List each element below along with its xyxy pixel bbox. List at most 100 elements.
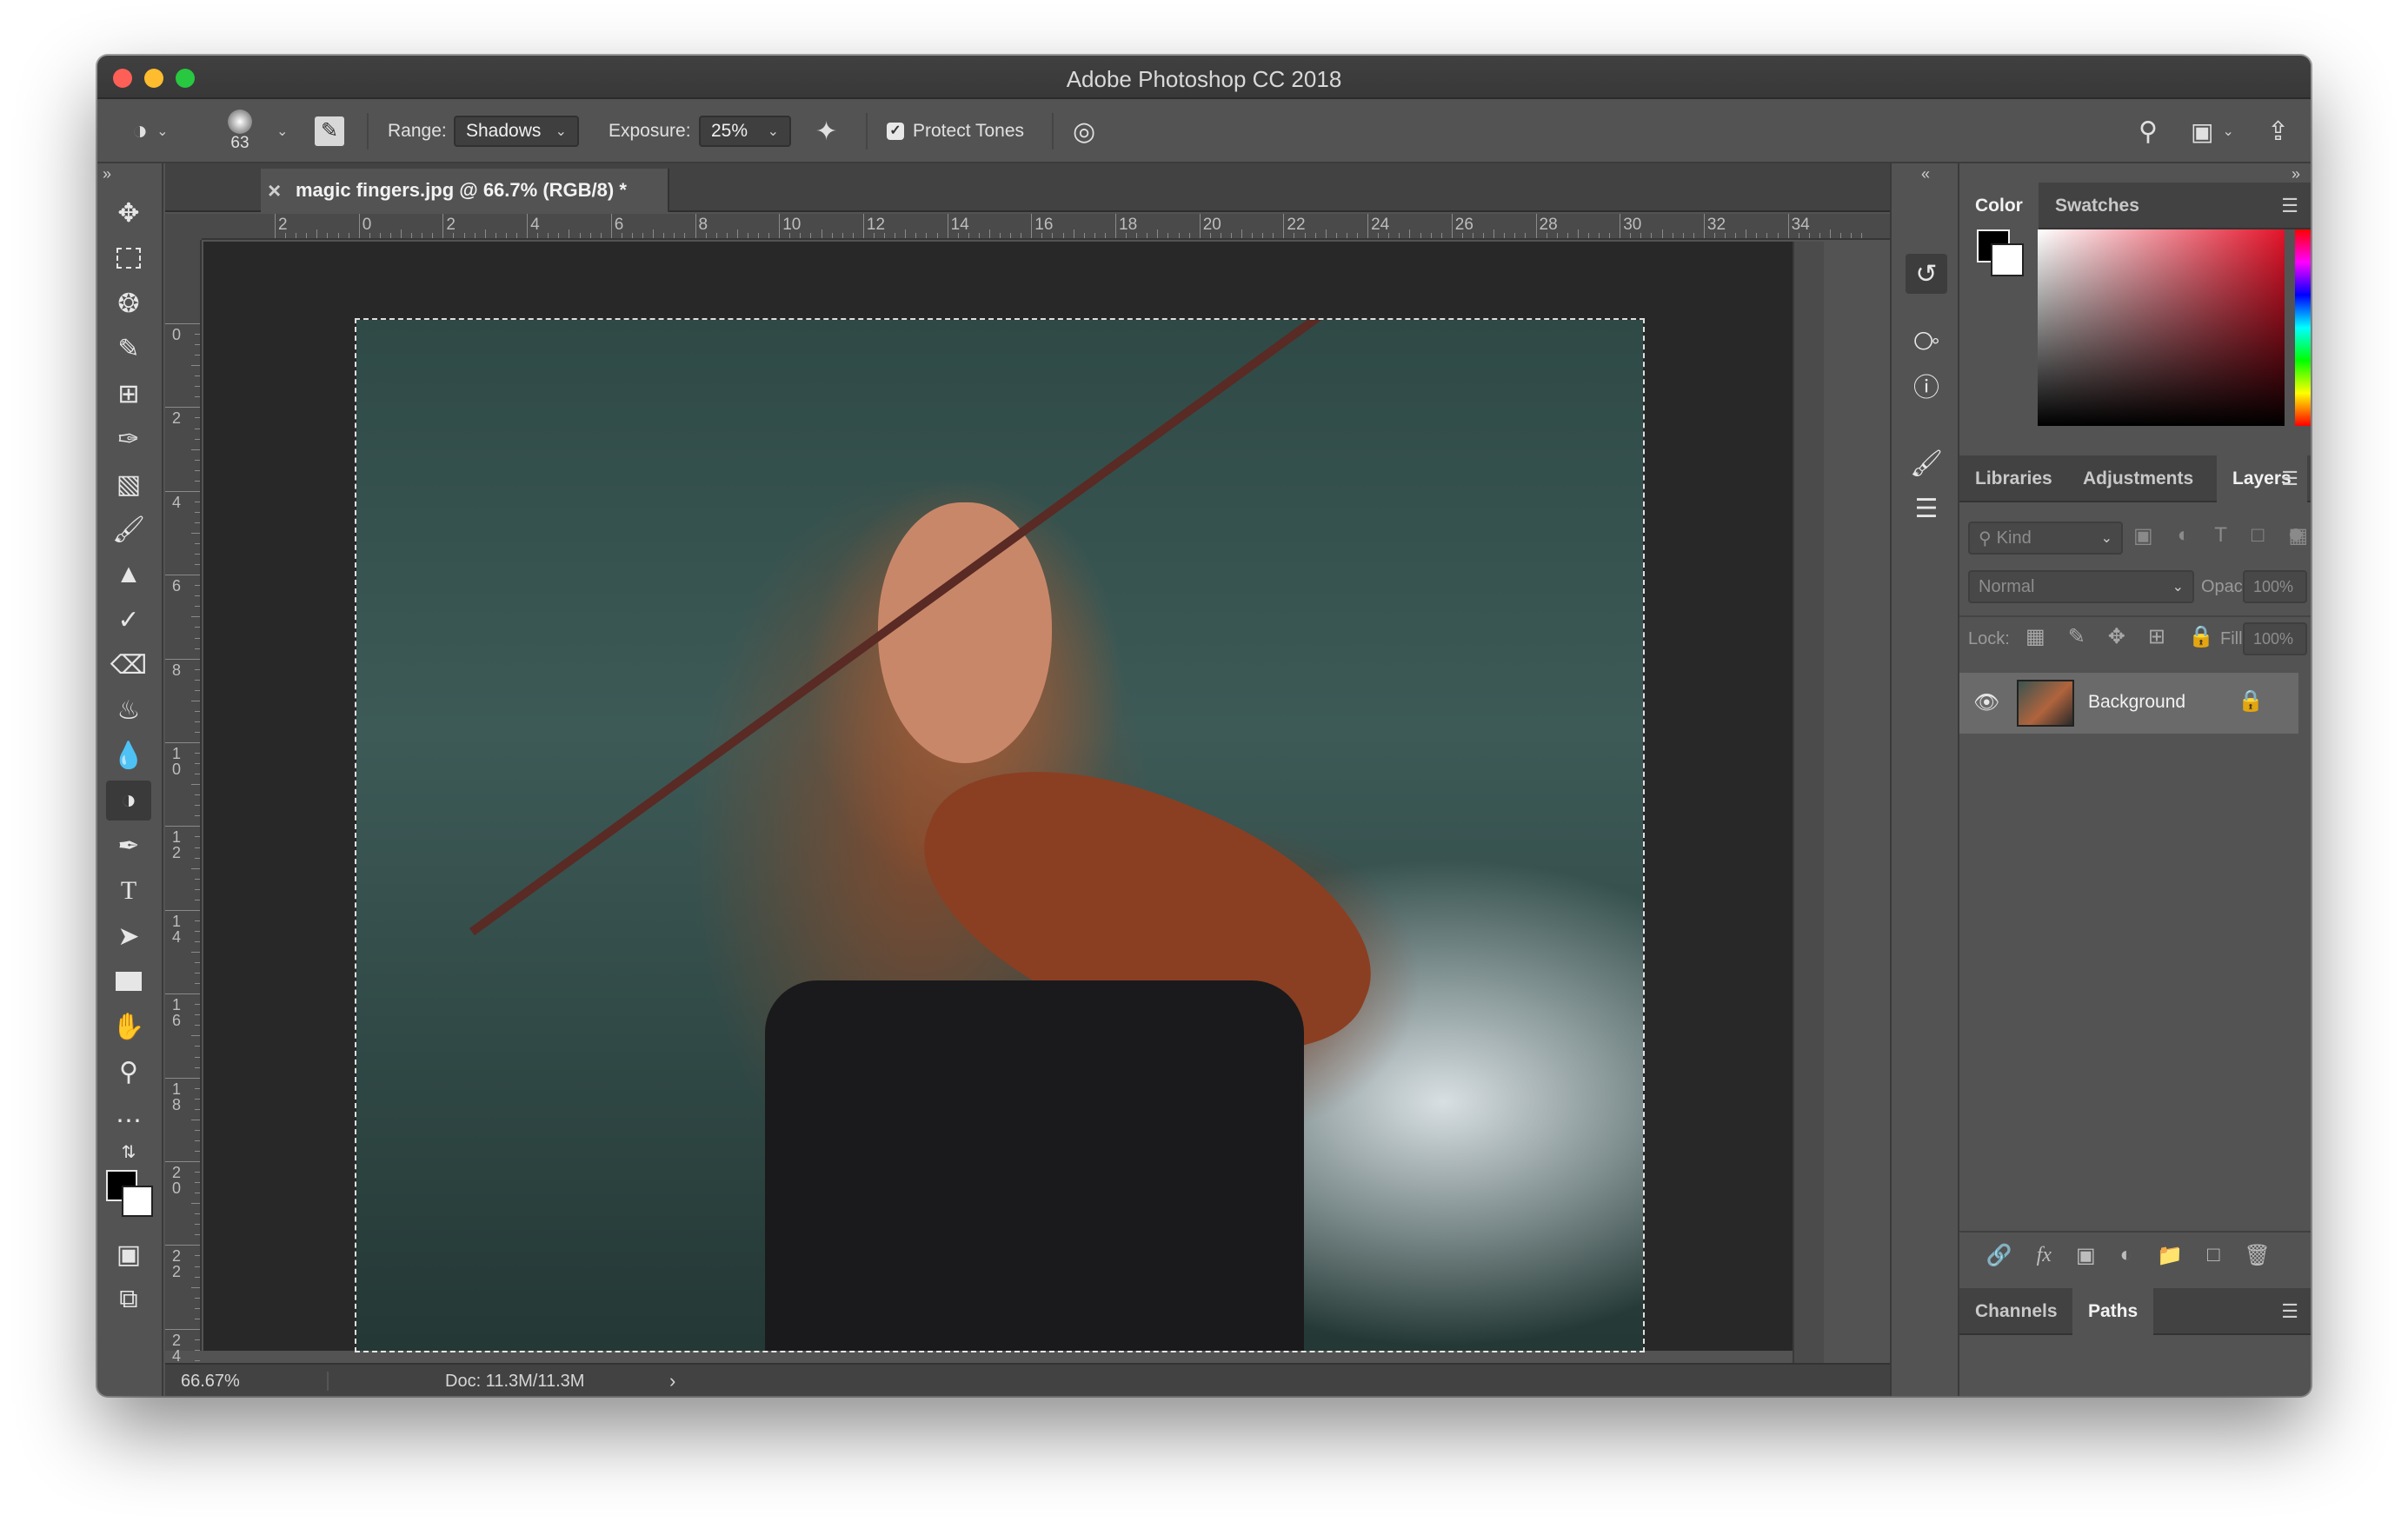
move-tool[interactable]: ✥	[106, 193, 151, 233]
type-filter-icon[interactable]: T	[2214, 523, 2227, 548]
lock-all-icon[interactable]: 🔒	[2188, 624, 2214, 649]
lock-artboard-icon[interactable]: ⊞	[2148, 624, 2165, 649]
type-tool[interactable]: T	[106, 871, 151, 911]
opacity-input[interactable]: 100%	[2243, 570, 2307, 603]
document-tab[interactable]: × magic fingers.jpg @ 66.7% (RGB/8) *	[261, 169, 669, 212]
hand-tool[interactable]: ✋	[106, 1007, 151, 1047]
ruler-tick	[165, 1077, 200, 1079]
path-selection-tool[interactable]: ➤	[106, 916, 151, 956]
search-button[interactable]: ⚲	[2139, 99, 2158, 163]
edit-toolbar-button[interactable]: ⋯	[106, 1100, 151, 1140]
arrow-icon: ➤	[117, 921, 140, 951]
lock-image-icon[interactable]: ✎	[2068, 624, 2085, 649]
filter-toggle-icon[interactable]	[2290, 528, 2302, 541]
brush-picker-chevron[interactable]: ⌄	[268, 99, 288, 163]
crop-tool[interactable]: ⊞	[106, 374, 151, 414]
blur-tool[interactable]: 💧	[106, 735, 151, 775]
panel-menu-icon[interactable]: ☰	[2281, 1300, 2298, 1323]
lasso-tool[interactable]: ❂	[106, 283, 151, 323]
status-chevron-icon[interactable]: ›	[669, 1370, 675, 1392]
pen-tool[interactable]: ✒	[106, 826, 151, 866]
vertical-scrollbar[interactable]	[1793, 242, 1824, 1363]
delete-layer-icon[interactable]: 🗑	[2245, 1243, 2271, 1268]
lock-position-icon[interactable]: ✥	[2108, 624, 2125, 649]
ruler-tick	[1209, 233, 1211, 238]
color-field[interactable]	[2038, 229, 2285, 426]
quick-selection-tool[interactable]: ✎	[106, 329, 151, 369]
collapse-panels-icon[interactable]: »	[2292, 165, 2300, 183]
history-panel-button[interactable]: ↺	[1906, 254, 1947, 294]
pressure-size-button[interactable]: ◎	[1073, 99, 1095, 163]
eye-icon[interactable]: 👁	[1973, 690, 1999, 715]
info-panel-button[interactable]: ⓘ	[1906, 365, 1947, 405]
new-layer-icon[interactable]: □	[2207, 1243, 2220, 1267]
color-background-swatch[interactable]	[1991, 243, 2024, 276]
collapse-icons-icon[interactable]: «	[1921, 165, 1930, 183]
brush-settings-button[interactable]: ✎	[315, 99, 344, 163]
quick-mask-button[interactable]: ▣	[106, 1234, 151, 1274]
brushes-panel-button[interactable]: 🖌	[1906, 443, 1947, 483]
marquee-tool[interactable]	[106, 238, 151, 278]
exposure-input[interactable]: 25% ⌄	[699, 99, 791, 163]
adjustment-filter-icon[interactable]: ◐	[2178, 523, 2191, 548]
zoom-level[interactable]: 66.67%	[181, 1372, 240, 1392]
share-button[interactable]: ⇪	[2267, 99, 2289, 163]
document-image[interactable]	[355, 318, 1645, 1352]
new-group-icon[interactable]: 📁	[2157, 1243, 2183, 1268]
tab-swatches[interactable]: Swatches	[2039, 183, 2155, 229]
zoom-tool[interactable]: ⚲	[106, 1052, 151, 1092]
lock-transparent-icon[interactable]: ▦	[2026, 624, 2045, 649]
link-layers-icon[interactable]: 🔗	[1986, 1243, 2012, 1268]
chevron-down-icon: ⌄	[2100, 531, 2112, 546]
tab-paths[interactable]: Paths	[2072, 1288, 2154, 1335]
tab-channels[interactable]: Channels	[1959, 1288, 2073, 1335]
vertical-ruler[interactable]: 0 2 4 6 8 10 12 14 16 18 20 22 24	[165, 240, 202, 1393]
swap-colors-button[interactable]: ⇅	[106, 1139, 151, 1165]
layer-style-icon[interactable]: fx	[2037, 1244, 2052, 1267]
burn-tool[interactable]: ◑	[106, 781, 151, 821]
workspace-button[interactable]: ▣ ⌄	[2191, 99, 2234, 163]
layer-filter-kind[interactable]: ⚲ Kind ⌄	[1968, 522, 2123, 555]
airbrush-button[interactable]: ✦	[815, 99, 837, 163]
brush-tool[interactable]: 🖌	[106, 509, 151, 549]
right-panels: » Color Swatches ☰ Libraries Adjustments…	[1959, 163, 2311, 1396]
background-color-swatch[interactable]	[122, 1186, 153, 1217]
expand-tools-icon[interactable]: »	[103, 165, 111, 183]
history-brush-tool[interactable]: ✓	[106, 600, 151, 640]
3d-panel-button[interactable]: ⧂	[1906, 322, 1947, 362]
rectangle-tool[interactable]	[106, 961, 151, 1001]
ruler-tick	[191, 365, 200, 367]
screen-mode-button[interactable]: ⧉	[106, 1279, 151, 1319]
brush-preset-picker[interactable]: 63	[228, 99, 252, 163]
paint-bucket-tool[interactable]: ♨	[106, 690, 151, 730]
panel-menu-icon[interactable]: ☰	[2281, 195, 2298, 217]
panel-menu-icon[interactable]: ☰	[2281, 468, 2298, 490]
layer-row-background[interactable]: 👁 Background 🔒	[1959, 673, 2298, 734]
fill-input[interactable]: 100%	[2243, 622, 2307, 655]
healing-brush-tool[interactable]: ▧	[106, 464, 151, 504]
blend-mode-select[interactable]: Normal ⌄	[1968, 570, 2194, 603]
type-icon: T	[120, 876, 137, 905]
history-icon: ↺	[1915, 259, 1938, 289]
tool-preset-picker[interactable]: ◑ ⌄	[132, 99, 169, 163]
add-mask-icon[interactable]: ▣	[2076, 1243, 2096, 1268]
screen-mode-icon: ⧉	[119, 1285, 138, 1313]
adjustment-layer-icon[interactable]: ◐	[2120, 1243, 2133, 1267]
protect-tones-checkbox[interactable]: ✓ Protect Tones	[887, 99, 1024, 163]
tab-libraries[interactable]: Libraries	[1959, 455, 2068, 502]
close-icon[interactable]: ×	[268, 177, 281, 204]
eyedropper-tool[interactable]: ✑	[106, 419, 151, 459]
range-select[interactable]: Shadows ⌄	[454, 99, 579, 163]
horizontal-ruler[interactable]: 2 0 2 4 6 8 10 12 14 16 18 20 22 24 26 28 30 32 34	[202, 214, 1890, 240]
shape-filter-icon[interactable]: □	[2252, 523, 2265, 548]
ruler-tick	[1851, 233, 1853, 238]
hue-slider[interactable]	[2295, 229, 2311, 426]
image-filter-icon[interactable]: ▣	[2133, 523, 2153, 548]
tab-color[interactable]: Color	[1959, 183, 2039, 229]
ruler-origin[interactable]	[165, 214, 202, 240]
eraser-tool[interactable]: ⌫	[106, 645, 151, 685]
clone-stamp-tool[interactable]: ▲	[106, 555, 151, 595]
properties-panel-button[interactable]: ☰	[1906, 488, 1947, 528]
canvas-pasteboard[interactable]	[203, 242, 1793, 1352]
tab-adjustments[interactable]: Adjustments	[2067, 455, 2209, 502]
